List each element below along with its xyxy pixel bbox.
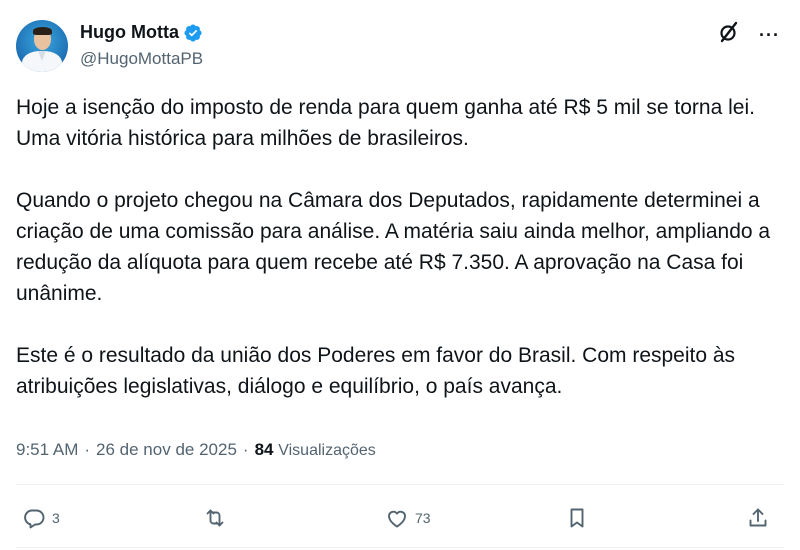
tweet-action-bar: 3 73 bbox=[0, 500, 800, 536]
reply-button[interactable]: 3 bbox=[22, 500, 60, 536]
tweet-meta: 9:51 AM · 26 de nov de 2025 · 84 Visuali… bbox=[16, 440, 376, 460]
views-count: 84 bbox=[254, 440, 274, 459]
meta-separator: · bbox=[84, 440, 91, 459]
tweet-paragraph-1: Hoje a isenção do imposto de renda para … bbox=[16, 96, 755, 150]
views-link[interactable]: 84 Visualizações bbox=[255, 440, 376, 460]
tweet-date[interactable]: 26 de nov de 2025 bbox=[96, 440, 237, 460]
tweet-time[interactable]: 9:51 AM bbox=[16, 440, 78, 460]
tweet-paragraph-3: Este é o resultado da união dos Poderes … bbox=[16, 344, 736, 398]
retweet-button[interactable] bbox=[203, 500, 233, 536]
reply-icon bbox=[24, 509, 45, 529]
tweet-top-actions: ··· bbox=[717, 20, 780, 49]
avatar-hair bbox=[33, 27, 52, 35]
tweet-card: Hugo Motta @HugoMottaPB ··· Hoje a isenç… bbox=[0, 0, 800, 550]
divider bbox=[16, 484, 784, 485]
author-name[interactable]: Hugo Motta bbox=[80, 22, 179, 43]
more-dots-icon[interactable]: ··· bbox=[759, 25, 780, 45]
avatar[interactable] bbox=[16, 20, 68, 72]
tweet-text: Hoje a isenção do imposto de renda para … bbox=[16, 92, 784, 402]
verified-badge-icon[interactable] bbox=[183, 23, 203, 43]
grok-icon[interactable] bbox=[717, 20, 741, 49]
meta-separator: · bbox=[242, 440, 249, 459]
like-button[interactable]: 73 bbox=[385, 500, 431, 536]
like-count: 73 bbox=[415, 510, 431, 526]
author-handle[interactable]: @HugoMottaPB bbox=[80, 49, 203, 69]
author-name-row: Hugo Motta bbox=[80, 22, 203, 43]
share-icon bbox=[749, 508, 767, 527]
bookmark-button[interactable] bbox=[565, 500, 589, 536]
bottom-divider bbox=[16, 547, 784, 548]
retweet-icon bbox=[206, 509, 224, 527]
views-label: Visualizações bbox=[278, 442, 376, 459]
share-button[interactable] bbox=[746, 500, 770, 536]
bookmark-icon bbox=[570, 508, 584, 528]
heart-icon bbox=[388, 510, 406, 528]
reply-count: 3 bbox=[52, 510, 60, 526]
tweet-paragraph-2: Quando o projeto chegou na Câmara dos De… bbox=[16, 189, 771, 305]
